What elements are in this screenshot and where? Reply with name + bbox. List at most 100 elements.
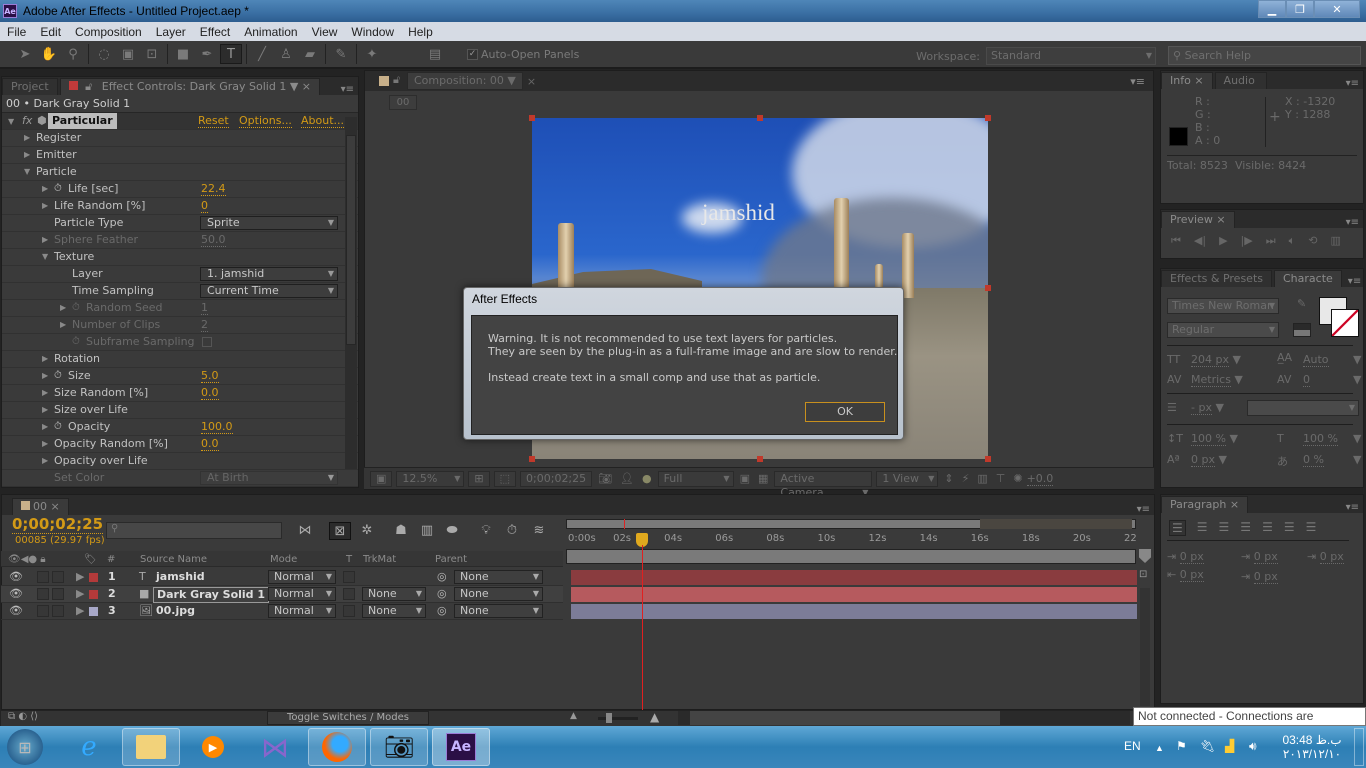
property-checkbox[interactable] — [202, 337, 212, 347]
layer-label-color[interactable] — [89, 607, 98, 616]
lock-icon[interactable]: 🔓︎ — [85, 80, 92, 93]
selection-tool-icon[interactable]: ➤ — [14, 44, 36, 64]
disclosure-triangle[interactable]: ▶ — [24, 130, 30, 146]
scrollbar-thumb[interactable] — [346, 135, 356, 345]
channel-icon[interactable]: ● — [642, 472, 652, 485]
justify-all-icon[interactable]: ☰ — [1306, 520, 1317, 536]
property-value[interactable]: 2 — [201, 318, 208, 332]
vertical-scale-value[interactable]: 100 % ▼ — [1191, 432, 1238, 446]
transparency-grid-icon[interactable]: ▦ — [758, 472, 768, 485]
menu-effect[interactable]: Effect — [193, 25, 237, 39]
disclosure-triangle[interactable]: ▶ — [24, 147, 30, 163]
lock-switch[interactable] — [52, 605, 64, 617]
stroke-color-swatch[interactable] — [1331, 309, 1359, 337]
indent-right-field[interactable]: ⇥ 0 px — [1307, 550, 1344, 564]
panel-menu-icon[interactable]: ▾≡ — [1342, 502, 1363, 513]
eraser-tool-icon[interactable]: ▰ — [299, 44, 321, 64]
expand-layer-triangle[interactable]: ▶ — [76, 569, 84, 585]
brainstorm-icon[interactable]: 💡︎ — [475, 522, 497, 540]
disclosure-triangle[interactable]: ▶ — [42, 351, 48, 367]
panel-menu-icon[interactable]: ▾≡ — [1342, 78, 1363, 89]
draft-3d-icon[interactable]: ✲ — [356, 522, 378, 540]
timeline-vertical-scrollbar[interactable] — [1140, 588, 1150, 706]
layer-duration-bar[interactable] — [571, 587, 1137, 602]
baseline-shift-value[interactable]: 0 px ▼ — [1191, 453, 1227, 467]
menu-help[interactable]: Help — [401, 25, 440, 39]
disclosure-triangle[interactable]: ▶ — [42, 198, 48, 214]
language-indicator[interactable]: EN — [1124, 739, 1141, 753]
grid-toggle-icon[interactable]: ⊞ — [468, 470, 490, 487]
camera-dropdown[interactable]: Active Camera — [774, 470, 873, 500]
hide-shy-layers-icon[interactable]: ☗ — [390, 522, 412, 540]
pixel-aspect-icon[interactable]: ⇕ — [944, 472, 953, 485]
roto-brush-tool-icon[interactable]: ✎ — [330, 44, 352, 64]
disclosure-triangle[interactable]: ▶ — [60, 300, 66, 316]
property-value[interactable]: 0 — [201, 199, 208, 213]
zoom-in-icon[interactable]: ▲ — [650, 710, 659, 724]
work-area-bar[interactable] — [566, 549, 1136, 564]
tab-project[interactable]: Project — [2, 78, 58, 95]
reset-link[interactable]: Reset — [198, 114, 229, 128]
kerning-value[interactable]: Metrics ▼ — [1191, 373, 1243, 387]
fast-previews-icon[interactable]: ⚡ — [962, 472, 970, 485]
hscale-dropdown-arrow[interactable]: ▼ — [1353, 432, 1361, 445]
first-line-indent-field[interactable]: ⇤ 0 px — [1167, 568, 1204, 582]
camera-app-icon[interactable]: 📷︎ — [370, 728, 428, 766]
next-frame-icon[interactable]: |▶ — [1241, 234, 1253, 248]
puppet-pin-tool-icon[interactable]: ✦ — [361, 44, 383, 64]
column-t[interactable]: T — [346, 553, 352, 567]
parent-pickwhip-icon[interactable]: ◎ — [437, 586, 447, 602]
comp-button-icon[interactable]: ⊡ — [1139, 569, 1151, 583]
tab-composition[interactable]: Composition: 00 ▼ — [407, 72, 523, 90]
trkmat-dropdown[interactable]: None — [362, 587, 426, 601]
options-link[interactable]: Options... — [239, 114, 292, 128]
pan-behind-tool-icon[interactable]: ⊡ — [141, 44, 163, 64]
menu-layer[interactable]: Layer — [149, 25, 193, 39]
rotation-tool-icon[interactable]: ◌ — [93, 44, 115, 64]
justify-left-icon[interactable]: ☰ — [1240, 520, 1251, 536]
disclosure-triangle[interactable]: ▶ — [42, 436, 48, 452]
space-after-field[interactable]: ⇥ 0 px — [1241, 570, 1278, 584]
layer-source-name[interactable]: Dark Gray Solid 1 — [153, 587, 270, 603]
stopwatch-icon[interactable]: ⏱ — [54, 368, 62, 384]
lock-switch[interactable] — [52, 571, 64, 583]
loop-icon[interactable]: ⟲ — [1308, 234, 1317, 248]
menu-animation[interactable]: Animation — [237, 25, 304, 39]
hand-tool-icon[interactable]: ✋ — [38, 44, 60, 64]
effect-controls-scrollbar[interactable] — [345, 117, 357, 469]
timeline-zoom-slider[interactable] — [598, 717, 638, 720]
stopwatch-icon[interactable]: ⏱ — [72, 334, 80, 350]
mask-visibility-icon[interactable]: ⬚ — [493, 470, 517, 487]
network-icon[interactable]: ▟ — [1225, 739, 1234, 753]
stopwatch-icon[interactable]: ⏱ — [54, 419, 62, 435]
property-value[interactable]: 50.0 — [201, 233, 226, 247]
panel-menu-icon[interactable]: ▾≡ — [1344, 276, 1365, 287]
transform-handle[interactable] — [985, 285, 991, 291]
layer-label-color[interactable] — [89, 573, 98, 582]
restore-button[interactable]: ❐ — [1286, 0, 1314, 18]
timeline-layer-row[interactable]: 👁︎ ▶ 2 ■Dark Gray Solid 1Normal None ◎ None — [1, 586, 563, 603]
layer-mode-dropdown[interactable]: Normal — [268, 587, 336, 601]
timeline-current-time[interactable]: 0;00;02;25 — [12, 516, 104, 534]
tab-effect-controls[interactable]: 🔓︎ Effect Controls: Dark Gray Solid 1 ▼ … — [59, 78, 320, 95]
show-desktop-button[interactable] — [1354, 728, 1364, 766]
resolution-dropdown[interactable]: Full — [657, 470, 734, 487]
column-number[interactable]: # — [107, 553, 115, 567]
stopwatch-icon[interactable]: ⏱ — [72, 300, 80, 316]
swap-colors-icon[interactable] — [1293, 323, 1311, 337]
menu-composition[interactable]: Composition — [68, 25, 149, 39]
property-value[interactable]: 5.0 — [201, 369, 219, 383]
zoom-out-icon[interactable]: ▲ — [570, 711, 577, 721]
timeline-icon[interactable]: ▥ — [977, 472, 987, 485]
align-center-icon[interactable]: ☰ — [1197, 520, 1208, 536]
volume-icon[interactable]: 🔊︎ — [1249, 739, 1257, 754]
tab-character[interactable]: Characte — [1274, 270, 1342, 287]
timeline-zoom-slider-thumb[interactable] — [606, 713, 612, 723]
power-icon[interactable]: 🔌︎ — [1200, 739, 1215, 753]
last-frame-icon[interactable]: ⏭ — [1266, 234, 1276, 248]
ok-button[interactable]: OK — [805, 402, 885, 422]
leading-dropdown-arrow[interactable]: ▼ — [1353, 353, 1361, 366]
tab-paragraph[interactable]: Paragraph × — [1161, 496, 1249, 513]
visibility-eye-icon[interactable]: 👁︎ — [9, 569, 23, 585]
view-layout-dropdown[interactable]: 1 View — [876, 470, 939, 487]
